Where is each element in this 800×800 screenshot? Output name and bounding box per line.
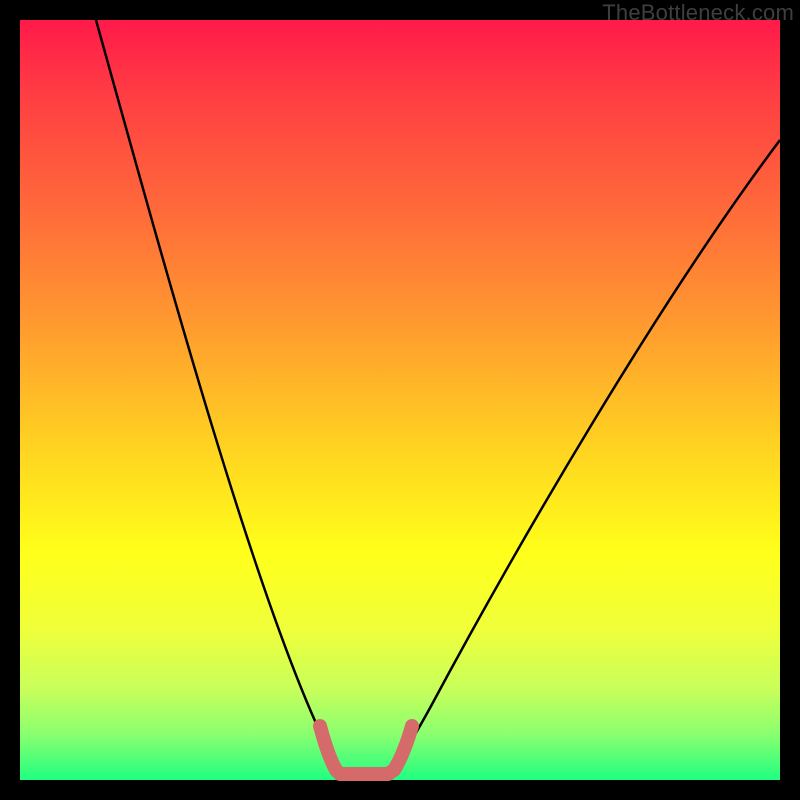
bottleneck-curve-line (96, 20, 780, 772)
chart-svg (20, 20, 780, 780)
chart-area (20, 20, 780, 780)
optimum-marker (320, 726, 412, 774)
watermark-text: TheBottleneck.com (602, 0, 794, 26)
